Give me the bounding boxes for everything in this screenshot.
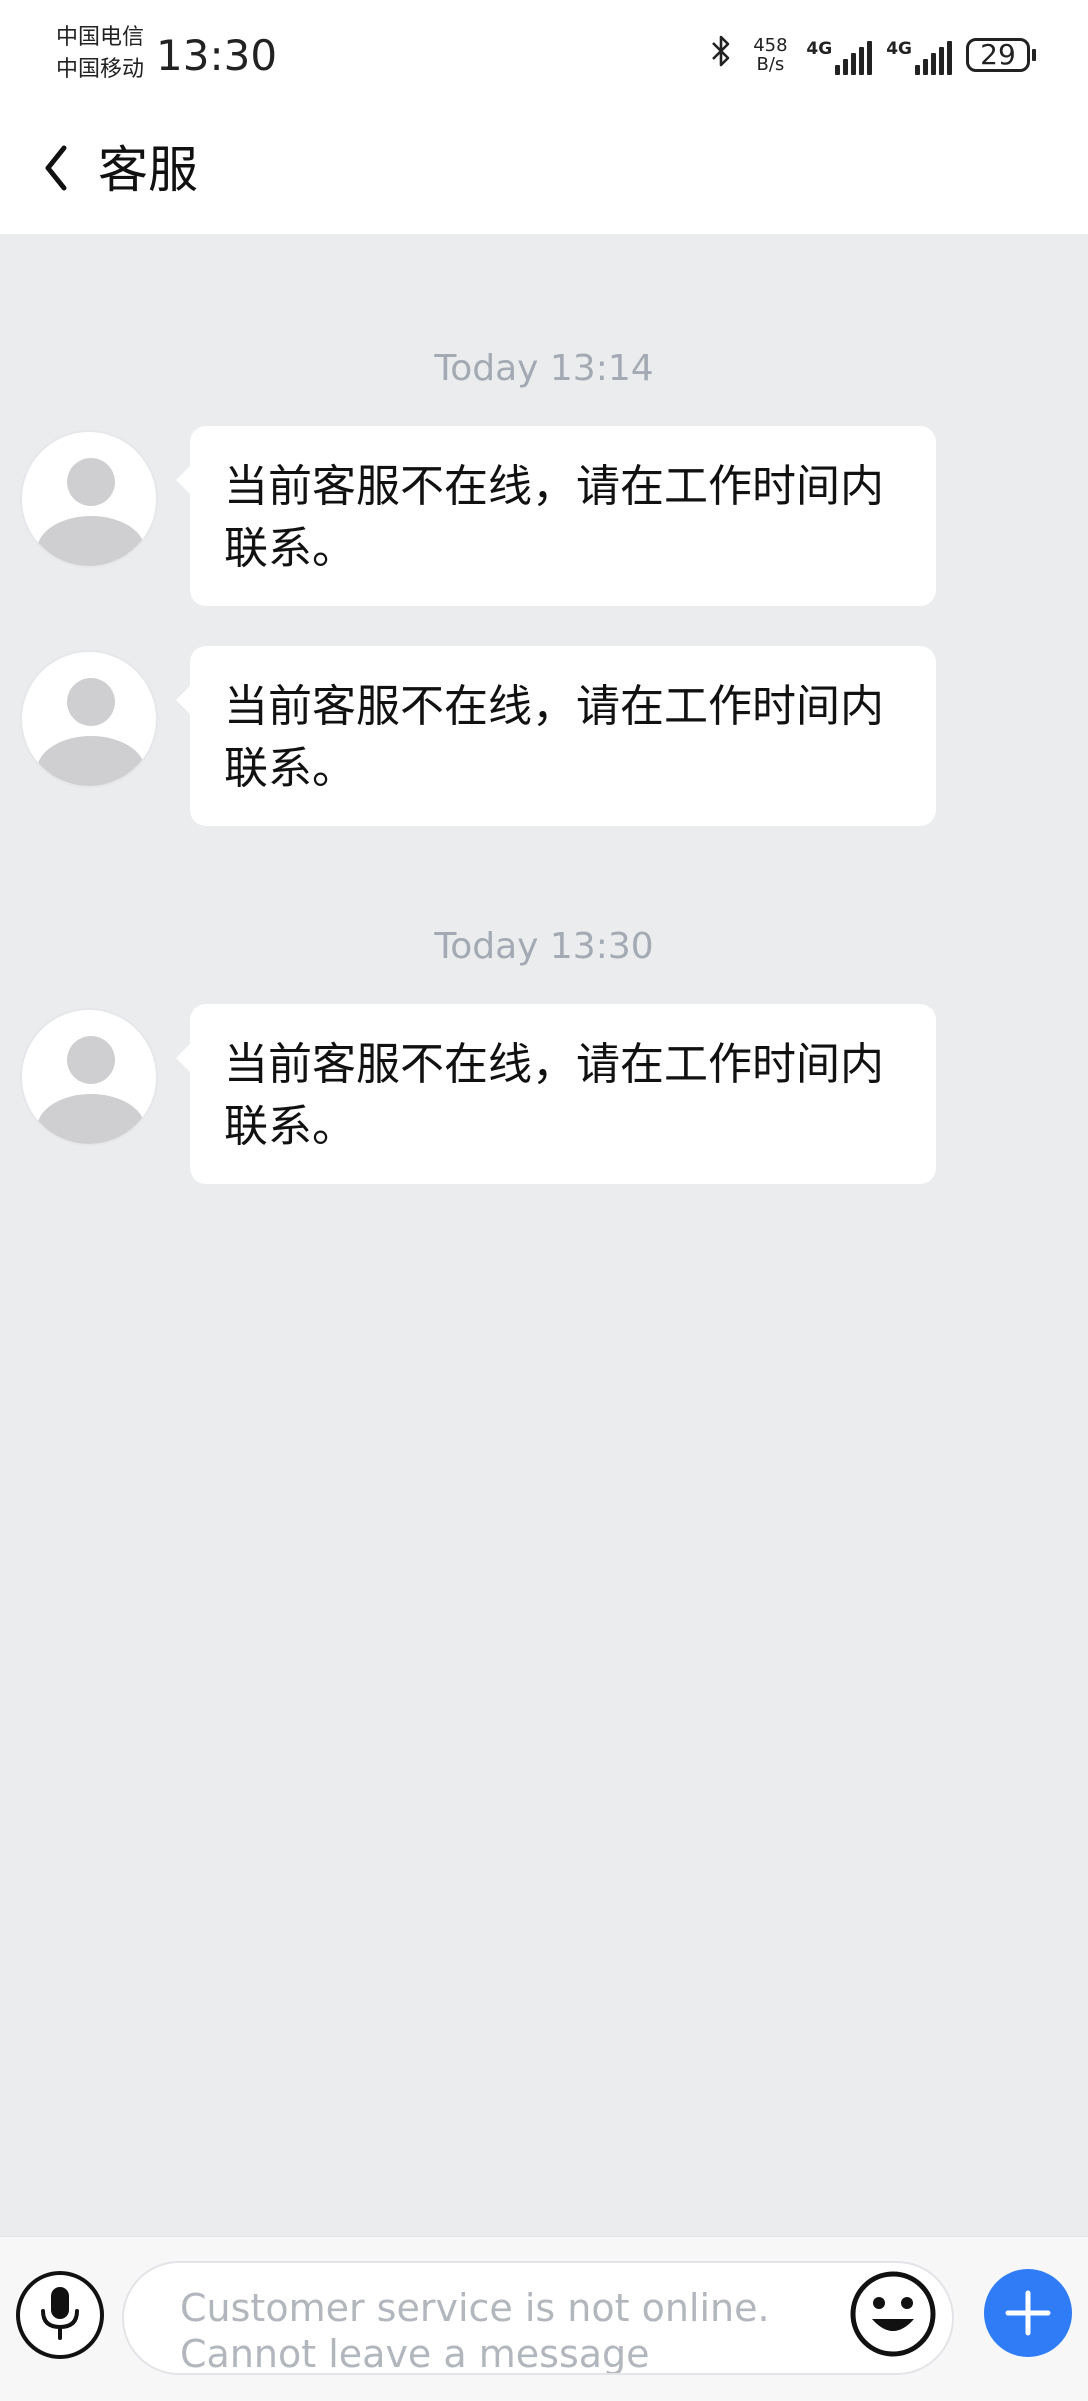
- user-placeholder-icon: [37, 1036, 145, 1144]
- status-time: 13:30: [156, 31, 278, 80]
- carrier-info: 中国电信 中国移动: [56, 22, 144, 86]
- signal-icon: 4G: [806, 35, 873, 75]
- microphone-icon: [38, 2285, 82, 2345]
- input-bar: Customer service is not online. Cannot l…: [0, 2236, 1088, 2401]
- message-input[interactable]: Customer service is not online. Cannot l…: [122, 2261, 954, 2375]
- timestamp: Today 13:14: [434, 348, 654, 389]
- carrier-1: 中国电信: [56, 25, 145, 50]
- user-placeholder-icon: [37, 678, 145, 786]
- bluetooth-icon: [708, 34, 734, 77]
- avatar[interactable]: [20, 430, 158, 568]
- input-placeholder: Customer service is not online. Cannot l…: [180, 2286, 770, 2375]
- emoji-icon: [850, 2271, 936, 2357]
- message-bubble[interactable]: 当前客服不在线，请在工作时间内联系。: [176, 1004, 936, 1184]
- signal-icon: 4G: [886, 35, 952, 75]
- timestamp: Today 13:30: [434, 926, 654, 967]
- status-bar: 中国电信 中国移动 13:30 458 B/s 4G 4G 29: [0, 0, 1088, 110]
- chevron-left-icon: [42, 144, 70, 196]
- user-placeholder-icon: [37, 458, 145, 566]
- emoji-button[interactable]: [848, 2269, 938, 2359]
- battery-icon: 29: [966, 38, 1036, 72]
- back-button[interactable]: [36, 140, 76, 200]
- voice-button[interactable]: [16, 2271, 104, 2359]
- plus-icon: [1005, 2290, 1051, 2336]
- chat-header: 客服: [0, 110, 1088, 234]
- add-button[interactable]: [984, 2269, 1072, 2357]
- message-bubble[interactable]: 当前客服不在线，请在工作时间内联系。: [176, 426, 936, 606]
- carrier-2: 中国移动: [56, 57, 145, 82]
- avatar[interactable]: [20, 650, 158, 788]
- message-bubble[interactable]: 当前客服不在线，请在工作时间内联系。: [176, 646, 936, 826]
- battery-level: 29: [966, 38, 1030, 72]
- network-speed: 458 B/s: [753, 35, 788, 75]
- status-indicators: 458 B/s 4G 4G 29: [708, 30, 1036, 80]
- page-title: 客服: [98, 141, 198, 199]
- avatar[interactable]: [20, 1008, 158, 1146]
